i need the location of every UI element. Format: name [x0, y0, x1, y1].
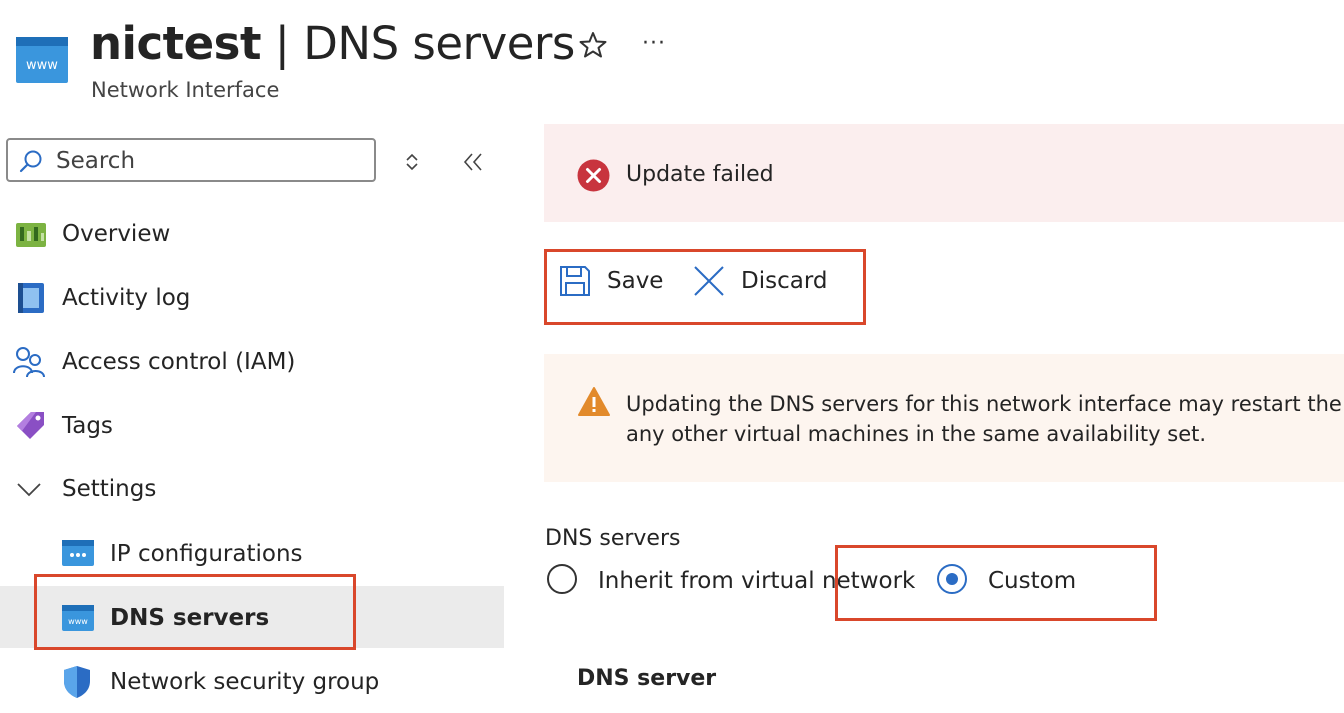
sidebar-item-overview[interactable]: Overview [0, 203, 504, 265]
blade-title: DNS servers [303, 17, 575, 70]
sidebar-item-label: Tags [62, 413, 113, 439]
svg-text:www: www [26, 58, 58, 73]
sidebar-group-label: Settings [62, 476, 157, 502]
title-separator: | [260, 17, 304, 70]
chevron-down-icon [17, 483, 41, 497]
search-placeholder: Search [56, 148, 136, 174]
sidebar-item-label: Overview [62, 221, 171, 247]
iam-icon [13, 347, 45, 378]
dns-servers-label: DNS servers [545, 526, 681, 551]
page-title: nictest | DNS servers [90, 14, 575, 74]
resource-name: nictest [90, 17, 261, 70]
sidebar-item-label: Network security group [110, 669, 380, 695]
dns-server-heading: DNS server [577, 666, 717, 691]
sidebar-item-access-control[interactable]: Access control (IAM) [0, 331, 504, 393]
warning-icon [578, 387, 610, 416]
highlight-dns-servers-nav [34, 574, 356, 650]
error-icon [577, 159, 610, 192]
activity-log-icon [18, 283, 44, 313]
more-options-icon[interactable]: ··· [642, 30, 666, 58]
tag-icon [17, 412, 44, 439]
sidebar-item-label: Access control (IAM) [62, 349, 296, 375]
inherit-radio[interactable] [547, 564, 577, 594]
sidebar-item-label: Activity log [62, 285, 191, 311]
sidebar-item-network-security-group[interactable]: Network security group [0, 651, 504, 713]
sidebar-item-activity-log[interactable]: Activity log [0, 267, 504, 329]
collapse-sidebar-icon[interactable] [460, 150, 486, 174]
sidebar-item-label: IP configurations [110, 541, 303, 567]
highlight-toolbar [544, 249, 866, 325]
shield-icon [64, 666, 90, 698]
sidebar-group-settings[interactable]: Settings [0, 458, 504, 520]
error-message: Update failed [626, 162, 774, 187]
warning-text-line1: Updating the DNS servers for this networ… [626, 392, 1342, 416]
sidebar-item-tags[interactable]: Tags [0, 395, 504, 457]
network-interface-icon: www [16, 37, 68, 83]
search-icon [19, 150, 42, 173]
expand-collapse-icon[interactable] [402, 152, 422, 172]
overview-icon [16, 223, 46, 247]
warning-text-line2: any other virtual machines in the same a… [626, 422, 1207, 446]
star-icon[interactable] [578, 30, 608, 60]
ip-config-icon [62, 540, 94, 566]
resource-type-subtitle: Network Interface [91, 78, 280, 102]
highlight-custom-option [835, 545, 1157, 621]
